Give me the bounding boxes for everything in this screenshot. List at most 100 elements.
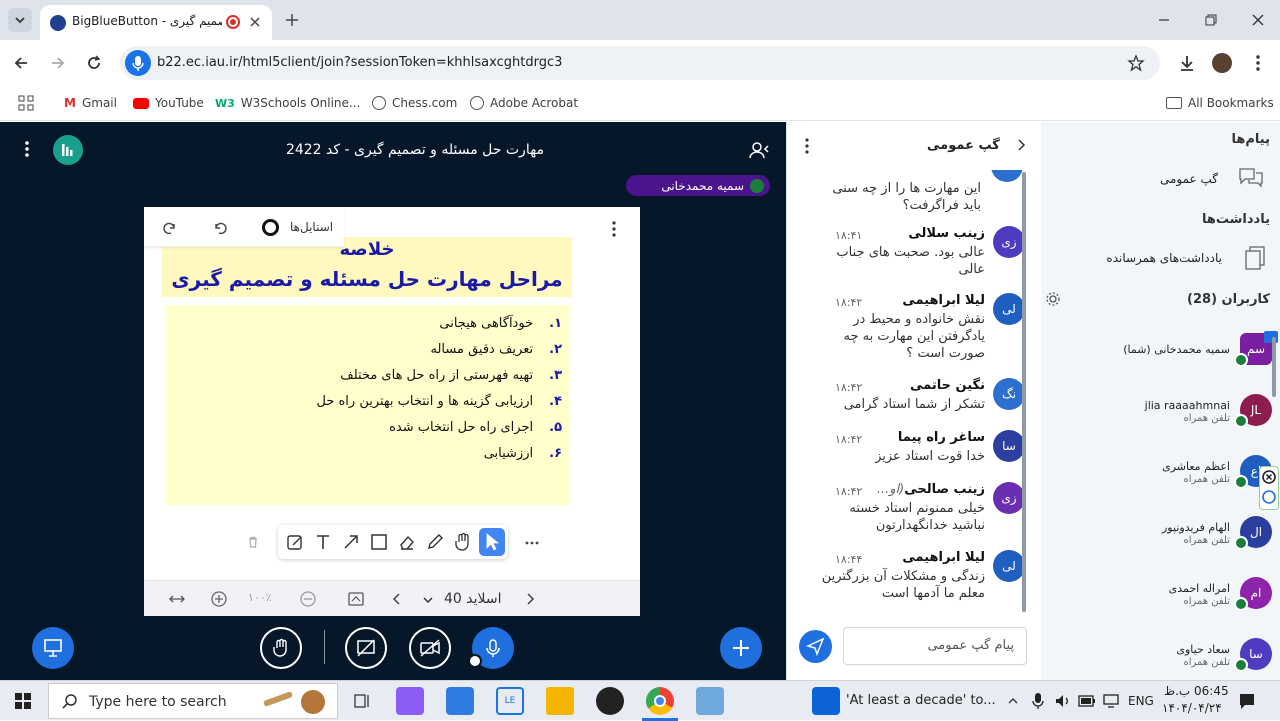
bookmark-chess[interactable]: Chess.com (372, 93, 457, 113)
trash-icon[interactable] (246, 535, 260, 549)
notes-icon (1245, 246, 1265, 270)
arrow-tool-icon[interactable] (342, 533, 360, 551)
close-window-icon[interactable] (1250, 12, 1266, 28)
send-message-button[interactable] (799, 630, 832, 663)
slide-step: ۶.ارزشیابی (483, 446, 562, 461)
more-vertical-icon[interactable] (606, 220, 622, 238)
undo-icon[interactable] (212, 220, 228, 236)
all-bookmarks[interactable]: All Bookmarks (1166, 93, 1274, 113)
chevron-right-icon[interactable] (1015, 137, 1029, 153)
fullscreen-icon[interactable] (347, 591, 365, 607)
rectangle-tool-icon[interactable] (370, 533, 388, 551)
chevron-left-icon[interactable] (389, 591, 403, 607)
taskbar-search[interactable]: Type here to search (48, 683, 338, 719)
news-notification[interactable]: 'At least a decade' to... (846, 693, 996, 708)
camera-button[interactable] (409, 627, 451, 669)
styles-label[interactable]: استایل‌ها (290, 220, 333, 234)
note-edit-icon[interactable] (286, 533, 304, 551)
bookmark-adobe[interactable]: Adobe Acrobat (470, 93, 578, 113)
clock-date[interactable]: ۱۴۰۴/۰۴/۲۴ (1162, 701, 1222, 715)
chevron-right-icon[interactable] (524, 591, 538, 607)
paint-icon[interactable] (696, 687, 724, 715)
audio-settings-indicator[interactable] (468, 654, 482, 668)
slide-step: ۴.ارزیابی گزینه ها و انتخاب بهترین راه ح… (316, 394, 562, 409)
user-list-item[interactable]: ال الهام فریدونپور تلفن همراه (1041, 516, 1280, 566)
user-list-item[interactable]: ام امراله احمدی تلفن همراه (1041, 577, 1280, 627)
zoom-out-icon[interactable] (299, 590, 317, 608)
task-view-icon[interactable] (348, 687, 376, 715)
back-arrow-icon[interactable] (12, 54, 30, 72)
screenshare-off-icon (357, 639, 375, 657)
eraser-tool-icon[interactable] (398, 533, 416, 551)
language-indicator[interactable]: ENG (1128, 694, 1154, 708)
clock-time[interactable]: 06:45 ب.ظ (1164, 684, 1229, 698)
chrome-icon[interactable] (646, 687, 674, 715)
chat-scrollbar-thumb[interactable] (1022, 172, 1026, 612)
restore-icon[interactable] (1203, 12, 1219, 28)
zoom-in-icon[interactable] (210, 590, 228, 608)
user-list-item[interactable]: JL jlia raaaahmnai تلفن همراه (1041, 394, 1280, 444)
share-screen-button[interactable] (345, 627, 387, 669)
pencil-tool-icon[interactable] (426, 533, 444, 551)
network-icon[interactable] (1102, 693, 1120, 709)
chat-scrollbar[interactable] (1022, 172, 1026, 612)
tab-search-button[interactable] (8, 8, 32, 32)
chat-message-input[interactable]: پیام گپ عمومی (843, 627, 1027, 665)
volume-icon[interactable] (1054, 693, 1072, 709)
actions-plus-button[interactable] (720, 627, 762, 669)
minimize-icon[interactable] (1156, 12, 1172, 28)
visual-studio-icon[interactable] (396, 687, 424, 715)
userlist-scrollbar-thumb[interactable] (1272, 337, 1276, 397)
media-player-icon[interactable] (596, 687, 624, 715)
user-toggle-icon[interactable] (748, 140, 770, 160)
side-widget[interactable] (1259, 466, 1279, 510)
text-tool-icon[interactable] (314, 533, 332, 551)
reload-icon[interactable] (85, 54, 103, 72)
more-vertical-icon[interactable] (803, 137, 811, 155)
browser-tab-active[interactable]: BigBlueButton - تصمیم گیری (40, 5, 272, 40)
chevron-down-icon (15, 17, 25, 24)
new-tab-icon[interactable] (284, 12, 300, 28)
mic-active-icon[interactable] (125, 50, 151, 76)
microphone-tray-icon[interactable] (1030, 692, 1046, 710)
forward-arrow-icon[interactable] (49, 54, 67, 72)
user-list-item[interactable]: اع اعظم معاشری تلفن همراه (1041, 455, 1280, 505)
ledr-app-icon[interactable]: LE (496, 687, 524, 715)
close-tab-icon[interactable] (248, 15, 262, 29)
news-icon[interactable] (812, 687, 840, 715)
download-icon[interactable] (1177, 53, 1197, 73)
more-horizontal-icon[interactable] (524, 535, 540, 551)
connection-stats-icon[interactable] (53, 135, 83, 165)
fit-width-icon[interactable] (168, 591, 186, 607)
redo-icon[interactable] (162, 220, 178, 236)
star-bookmark-icon[interactable] (1127, 54, 1145, 72)
windows-start-icon[interactable] (14, 692, 32, 710)
store-icon[interactable] (446, 687, 474, 715)
public-chat-item[interactable]: گپ عمومی (1041, 162, 1280, 194)
more-vertical-icon[interactable] (1248, 53, 1268, 73)
notifications-icon[interactable] (1238, 692, 1256, 710)
presentation-toggle-button[interactable] (32, 627, 74, 669)
select-tool-button[interactable] (479, 528, 505, 556)
shared-notes-item[interactable]: یادداشت‌های همرسانده (1041, 242, 1280, 274)
chat-message-text: نقش خانواده و محیط در یادگرفتن این مهارت… (843, 312, 985, 361)
stroke-style-icon[interactable] (262, 219, 279, 236)
bookmark-youtube[interactable]: YouTube (133, 93, 204, 113)
more-vertical-icon[interactable] (18, 140, 36, 158)
slide-select[interactable]: اسلاید 40 (422, 590, 512, 610)
gear-icon[interactable] (1045, 291, 1061, 307)
bookmark-w3schools[interactable]: W3 W3Schools Online... (215, 93, 360, 113)
apps-grid-icon[interactable] (18, 95, 34, 111)
chevron-up-icon[interactable] (1006, 694, 1020, 708)
profile-avatar[interactable] (1212, 53, 1232, 73)
file-explorer-icon[interactable] (546, 687, 574, 715)
battery-icon[interactable] (1078, 694, 1096, 708)
hand-tool-icon[interactable] (453, 532, 473, 552)
slide-step: ۱.خودآگاهی هیجانی (439, 316, 562, 331)
address-bar[interactable]: b22.ec.iau.ir/html5client/join?sessionTo… (120, 46, 1160, 80)
plus-icon (733, 640, 749, 656)
chat-sender: نگین حاتمی (910, 378, 985, 393)
user-list-item[interactable]: سم سمیه محمدخانی (شما) (1041, 331, 1280, 383)
raise-hand-button[interactable] (260, 627, 302, 669)
bookmark-gmail[interactable]: M Gmail (64, 93, 117, 113)
